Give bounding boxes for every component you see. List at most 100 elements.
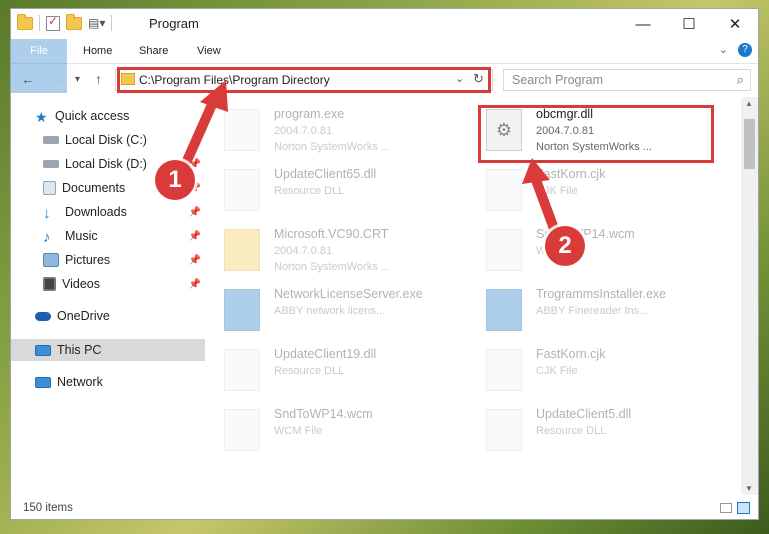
file-item[interactable]: UpdateClient5.dll Resource DLL — [478, 401, 714, 455]
customize-toolbar-icon[interactable]: ▤▾ — [88, 16, 105, 30]
up-icon[interactable]: ↑ — [95, 71, 102, 87]
generic-file-icon — [486, 169, 522, 211]
close-button[interactable]: ✕ — [712, 9, 758, 39]
file-type: Resource DLL — [274, 185, 345, 197]
network-icon — [35, 376, 51, 388]
exe-file-icon — [224, 109, 260, 151]
sidebar-item-label: Pictures — [65, 253, 111, 267]
step-badge-1: 1 — [155, 160, 195, 200]
dll-file-icon — [224, 169, 260, 211]
sidebar-item-pictures[interactable]: Pictures 📌 — [11, 249, 205, 271]
search-icon[interactable]: ⌕ — [737, 72, 744, 88]
generic-file-icon — [486, 229, 522, 271]
divider — [111, 15, 113, 31]
scroll-up-icon[interactable]: ▲ — [745, 99, 753, 108]
sidebar-item-label: OneDrive — [57, 309, 110, 323]
drive-icon — [43, 160, 59, 168]
pin-icon[interactable]: 📌 — [189, 207, 201, 218]
dll-file-icon — [224, 349, 260, 391]
file-name: SndToWP14.wcm — [274, 407, 373, 421]
back-icon[interactable]: ← — [21, 71, 35, 87]
cloud-icon — [35, 311, 51, 321]
new-folder-icon[interactable] — [66, 13, 82, 30]
title-bar: ▤▾ Program — ☐ ✕ — [11, 9, 758, 39]
step-badge-2: 2 — [545, 226, 585, 266]
scroll-down-icon[interactable]: ▼ — [745, 484, 753, 493]
forward-icon[interactable]: → — [51, 71, 65, 87]
file-description: Norton SystemWorks ... — [274, 141, 390, 153]
tab-share[interactable]: Share — [127, 39, 180, 63]
star-icon: ★ — [35, 109, 48, 125]
file-item[interactable]: UpdateClient65.dll Resource DLL — [216, 161, 452, 215]
exe-file-icon — [224, 289, 260, 331]
navigation-pane: ★ Quick access Local Disk (C:) Local Disk… — [11, 97, 205, 495]
help-icon[interactable]: ? — [738, 43, 752, 57]
music-icon: ♪ — [43, 229, 51, 246]
sidebar-item-quick-access[interactable]: ★ Quick access — [11, 105, 205, 127]
sidebar-item-label: Local Disk (C:) — [65, 133, 147, 147]
folder-icon — [17, 13, 33, 30]
tab-home[interactable]: Home — [71, 39, 124, 63]
properties-icon[interactable] — [46, 14, 60, 31]
sidebar-item-onedrive[interactable]: OneDrive — [11, 305, 205, 327]
file-version: 2004.7.0.81 — [274, 245, 333, 257]
quick-access-toolbar: ▤▾ — [17, 13, 113, 31]
folder-icon — [224, 229, 260, 271]
generic-file-icon — [224, 409, 260, 451]
file-item[interactable]: SndToWP14.wcm WCM File — [216, 401, 452, 455]
scrollbar-thumb[interactable] — [744, 119, 755, 169]
file-item[interactable]: program.exe 2004.7.0.81 Norton SystemWor… — [216, 101, 452, 155]
file-item[interactable]: FastKorn.cjk CJK File — [478, 341, 714, 395]
file-name: UpdateClient65.dll — [274, 167, 377, 181]
address-row: ← → ▾ ↑ C:\Program Files\Program Directo… — [11, 65, 758, 97]
item-count: 150 items — [23, 502, 73, 514]
file-type: CJK File — [536, 185, 578, 197]
sidebar-item-local-disk-c[interactable]: Local Disk (C:) — [11, 129, 205, 151]
details-view-icon[interactable] — [720, 503, 732, 513]
sidebar-item-label: This PC — [57, 343, 102, 357]
file-item[interactable]: SndToWP14.wcm WCM File — [478, 221, 714, 275]
window-title: Program — [149, 16, 199, 31]
minimize-button[interactable]: — — [620, 9, 666, 39]
sidebar-item-label: Local Disk (D:) — [65, 157, 147, 171]
sidebar-item-this-pc[interactable]: This PC — [11, 339, 205, 361]
explorer-window: ▤▾ Program — ☐ ✕ File Home Share View ⌄ … — [10, 8, 759, 520]
sidebar-item-network[interactable]: Network — [11, 371, 205, 393]
pin-icon[interactable]: 📌 — [189, 255, 201, 266]
sidebar-item-label: Network — [57, 375, 103, 389]
pin-icon[interactable]: 📌 — [189, 279, 201, 290]
sidebar-item-label: Music — [65, 229, 98, 243]
file-item[interactable]: UpdateClient19.dll Resource DLL — [216, 341, 452, 395]
sidebar-item-downloads[interactable]: ↓ Downloads 📌 — [11, 201, 205, 223]
file-item[interactable]: Microsoft.VC90.CRT 2004.7.0.81 Norton Sy… — [216, 221, 452, 275]
sidebar-item-videos[interactable]: Videos 📌 — [11, 273, 205, 295]
status-bar: 150 items — [11, 497, 758, 519]
file-name: program.exe — [274, 107, 345, 121]
pin-icon[interactable]: 📌 — [189, 231, 201, 242]
file-item[interactable]: NetworkLicenseServer.exe ABBY network li… — [216, 281, 452, 335]
expand-ribbon-icon[interactable]: ⌄ — [719, 43, 728, 56]
tab-view[interactable]: View — [185, 39, 233, 63]
drive-icon — [43, 136, 59, 144]
vertical-scrollbar[interactable]: ▲ ▼ — [741, 97, 758, 495]
address-highlight-box — [117, 67, 491, 93]
file-name: Microsoft.VC90.CRT — [274, 227, 389, 241]
sidebar-item-label: Downloads — [65, 205, 127, 219]
videos-icon — [43, 277, 56, 291]
file-type: Resource DLL — [536, 425, 607, 437]
recent-locations-icon[interactable]: ▾ — [75, 74, 80, 85]
documents-icon — [43, 181, 56, 195]
tiles-view-icon[interactable] — [737, 502, 750, 514]
file-name: UpdateClient5.dll — [536, 407, 632, 421]
file-name: UpdateClient19.dll — [274, 347, 377, 361]
generic-file-icon — [486, 349, 522, 391]
file-item[interactable]: TrogrammsInstaller.exe ABBY Finereader I… — [478, 281, 714, 335]
file-name: FastKorn.cjk — [536, 167, 606, 181]
file-type: WCM File — [274, 425, 323, 437]
search-input[interactable]: Search Program ⌕ — [503, 69, 751, 91]
file-item[interactable]: FastKorn.cjk CJK File — [478, 161, 714, 215]
file-name: FastKorn.cjk — [536, 347, 606, 361]
sidebar-item-music[interactable]: ♪ Music 📌 — [11, 225, 205, 247]
file-type: Resource DLL — [274, 365, 345, 377]
maximize-button[interactable]: ☐ — [666, 9, 712, 39]
